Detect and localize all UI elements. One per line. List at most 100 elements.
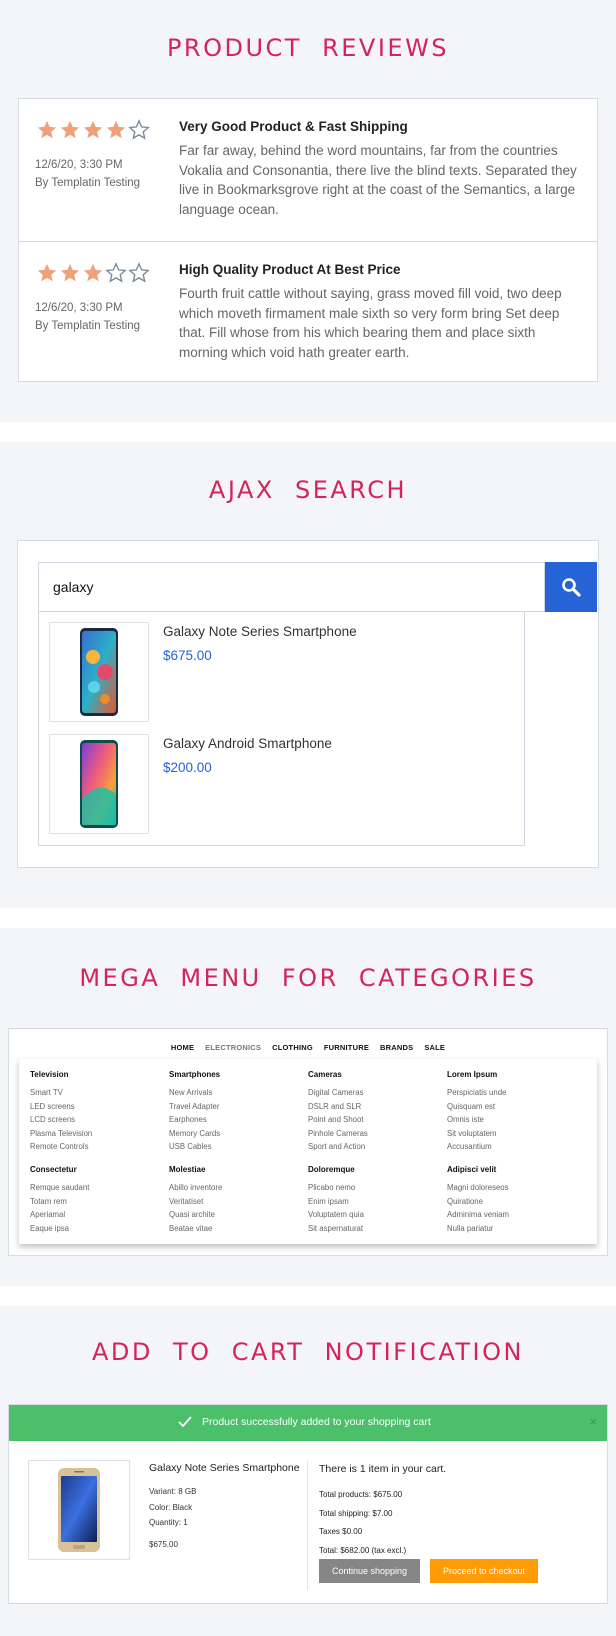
star-filled-icon: [106, 120, 126, 139]
success-message: Product successfully added to your shopp…: [202, 1416, 431, 1428]
mega-link[interactable]: New Arrivals: [169, 1086, 299, 1100]
star-filled-icon: [83, 263, 103, 282]
mega-link[interactable]: Voluptatem quia: [308, 1208, 438, 1222]
cart-product-image: [28, 1460, 130, 1560]
mega-link[interactable]: Remote Controls: [30, 1140, 160, 1154]
mega-column-heading: Lorem Ipsum: [447, 1070, 498, 1079]
proceed-to-checkout-button[interactable]: Proceed to checkout: [430, 1559, 538, 1583]
mega-link[interactable]: Nulla pariatur: [447, 1222, 577, 1236]
mega-column: Doloremque Plicabo nemo Enim ipsam Volup…: [308, 1165, 438, 1235]
cart-total: Total: $682.00 (tax excl.): [319, 1546, 407, 1555]
mega-link[interactable]: Point and Shoot: [308, 1113, 438, 1127]
search-result-item[interactable]: Galaxy Android Smartphone $200.00: [39, 724, 524, 836]
mega-link[interactable]: Digital Cameras: [308, 1086, 438, 1100]
mega-nav-bar: HOME ELECTRONICS CLOTHING FURNITURE BRAN…: [9, 1043, 607, 1052]
mega-link[interactable]: DSLR and SLR: [308, 1100, 438, 1114]
cart-product-color: Color: Black: [149, 1503, 193, 1512]
result-name[interactable]: Galaxy Android Smartphone: [163, 736, 332, 751]
mega-link[interactable]: Sit aspernaturat: [308, 1222, 438, 1236]
mega-column: Smartphones New Arrivals Travel Adapter …: [169, 1070, 299, 1154]
mega-link[interactable]: Memory Cards: [169, 1127, 299, 1141]
mega-link[interactable]: Accusantium: [447, 1140, 577, 1154]
reviews-section: PRODUCT REVIEWS 12/6/20, 3:30 PM By Temp…: [0, 0, 616, 422]
cart-notification-modal: Product successfully added to your shopp…: [8, 1404, 608, 1604]
mega-link[interactable]: Totam rem: [30, 1195, 160, 1209]
mega-column-heading: Cameras: [308, 1070, 342, 1079]
review-text: Fourth fruit cattle without saying, gras…: [179, 286, 562, 360]
phone-image: [80, 740, 118, 828]
mega-link[interactable]: Veritatiset: [169, 1195, 299, 1209]
mega-link[interactable]: Plicabo nemo: [308, 1181, 438, 1195]
nav-item-home[interactable]: HOME: [171, 1043, 194, 1052]
close-icon[interactable]: ×: [589, 1414, 597, 1429]
check-icon: [178, 1416, 192, 1428]
mega-link[interactable]: Omnis iste: [447, 1113, 577, 1127]
mega-column: Television Smart TV LED screens LCD scre…: [30, 1070, 160, 1154]
mega-link[interactable]: Pinhole Cameras: [308, 1127, 438, 1141]
mega-column-heading: Doloremque: [308, 1165, 355, 1174]
search-widget: galaxy Galaxy Note Series Smartphone $67…: [17, 540, 599, 868]
search-button[interactable]: [545, 562, 597, 612]
mega-link[interactable]: Perspiciatis unde: [447, 1086, 577, 1100]
star-rating: [36, 119, 150, 141]
mega-link[interactable]: Adminima veniam: [447, 1208, 577, 1222]
section-title: ADD TO CART NOTIFICATION: [92, 1338, 524, 1366]
review-title: Very Good Product & Fast Shipping: [179, 119, 408, 134]
star-empty-icon: [105, 262, 127, 283]
star-empty-icon: [128, 262, 150, 283]
mega-link[interactable]: Quiratione: [447, 1195, 577, 1209]
section-title: PRODUCT REVIEWS: [166, 34, 450, 62]
search-input[interactable]: galaxy: [38, 562, 545, 612]
star-filled-icon: [60, 263, 80, 282]
mega-link[interactable]: Aperiamal: [30, 1208, 160, 1222]
result-price: $200.00: [163, 760, 212, 775]
mega-link[interactable]: Enim ipsam: [308, 1195, 438, 1209]
mega-link[interactable]: Sport and Action: [308, 1140, 438, 1154]
review-text: Far far away, behind the word mountains,…: [179, 143, 577, 217]
mega-column: Cameras Digital Cameras DSLR and SLR Poi…: [308, 1070, 438, 1154]
mega-link[interactable]: LCD screens: [30, 1113, 160, 1127]
section-title: AJAX SEARCH: [208, 476, 408, 504]
nav-item-clothing[interactable]: CLOTHING: [272, 1043, 313, 1052]
nav-item-sale[interactable]: SALE: [424, 1043, 445, 1052]
nav-item-furniture[interactable]: FURNITURE: [324, 1043, 369, 1052]
mega-link[interactable]: Abillo inventore: [169, 1181, 299, 1195]
mega-link[interactable]: Remque saudant: [30, 1181, 160, 1195]
mega-column-heading: Molestiae: [169, 1165, 206, 1174]
mega-link[interactable]: Travel Adapter: [169, 1100, 299, 1114]
star-filled-icon: [83, 120, 103, 139]
star-rating: [36, 262, 150, 284]
review-item: 12/6/20, 3:30 PM By Templatin Testing Hi…: [19, 241, 597, 383]
mega-link[interactable]: USB Cables: [169, 1140, 299, 1154]
mega-link[interactable]: Plasma Television: [30, 1127, 160, 1141]
mega-column-heading: Adipisci velit: [447, 1165, 497, 1174]
search-icon: [562, 578, 581, 597]
review-author: By Templatin Testing: [35, 177, 141, 189]
mega-menu-preview: HOME ELECTRONICS CLOTHING FURNITURE BRAN…: [8, 1028, 608, 1256]
star-empty-icon: [128, 119, 150, 140]
star-filled-icon: [37, 120, 57, 139]
mega-link[interactable]: Quasi archite: [169, 1208, 299, 1222]
mega-link[interactable]: Sit voluptatem: [447, 1127, 577, 1141]
result-name[interactable]: Galaxy Note Series Smartphone: [163, 624, 357, 639]
continue-shopping-button[interactable]: Continue shopping: [319, 1559, 420, 1583]
star-filled-icon: [60, 120, 80, 139]
review-title: High Quality Product At Best Price: [179, 262, 401, 277]
mega-link[interactable]: Earphones: [169, 1113, 299, 1127]
mega-link[interactable]: Eaque ipsa: [30, 1222, 160, 1236]
mega-link[interactable]: Smart TV: [30, 1086, 160, 1100]
mega-link[interactable]: LED screens: [30, 1100, 160, 1114]
nav-item-electronics[interactable]: ELECTRONICS: [205, 1043, 261, 1052]
product-thumbnail: [49, 622, 149, 722]
mega-link[interactable]: Beatae vitae: [169, 1222, 299, 1236]
section-title: MEGA MENU FOR CATEGORIES: [79, 964, 537, 992]
cart-product-price: $675.00: [149, 1540, 178, 1549]
divider: [307, 1460, 308, 1590]
mega-link[interactable]: Quisquam est: [447, 1100, 577, 1114]
search-results-dropdown: Galaxy Note Series Smartphone $675.00 Ga…: [38, 612, 525, 846]
nav-item-brands[interactable]: BRANDS: [380, 1043, 413, 1052]
search-result-item[interactable]: Galaxy Note Series Smartphone $675.00: [39, 612, 524, 724]
taxes: Taxes $0.00: [319, 1527, 363, 1536]
product-thumbnail: [49, 734, 149, 834]
mega-link[interactable]: Magni doloreseos: [447, 1181, 577, 1195]
